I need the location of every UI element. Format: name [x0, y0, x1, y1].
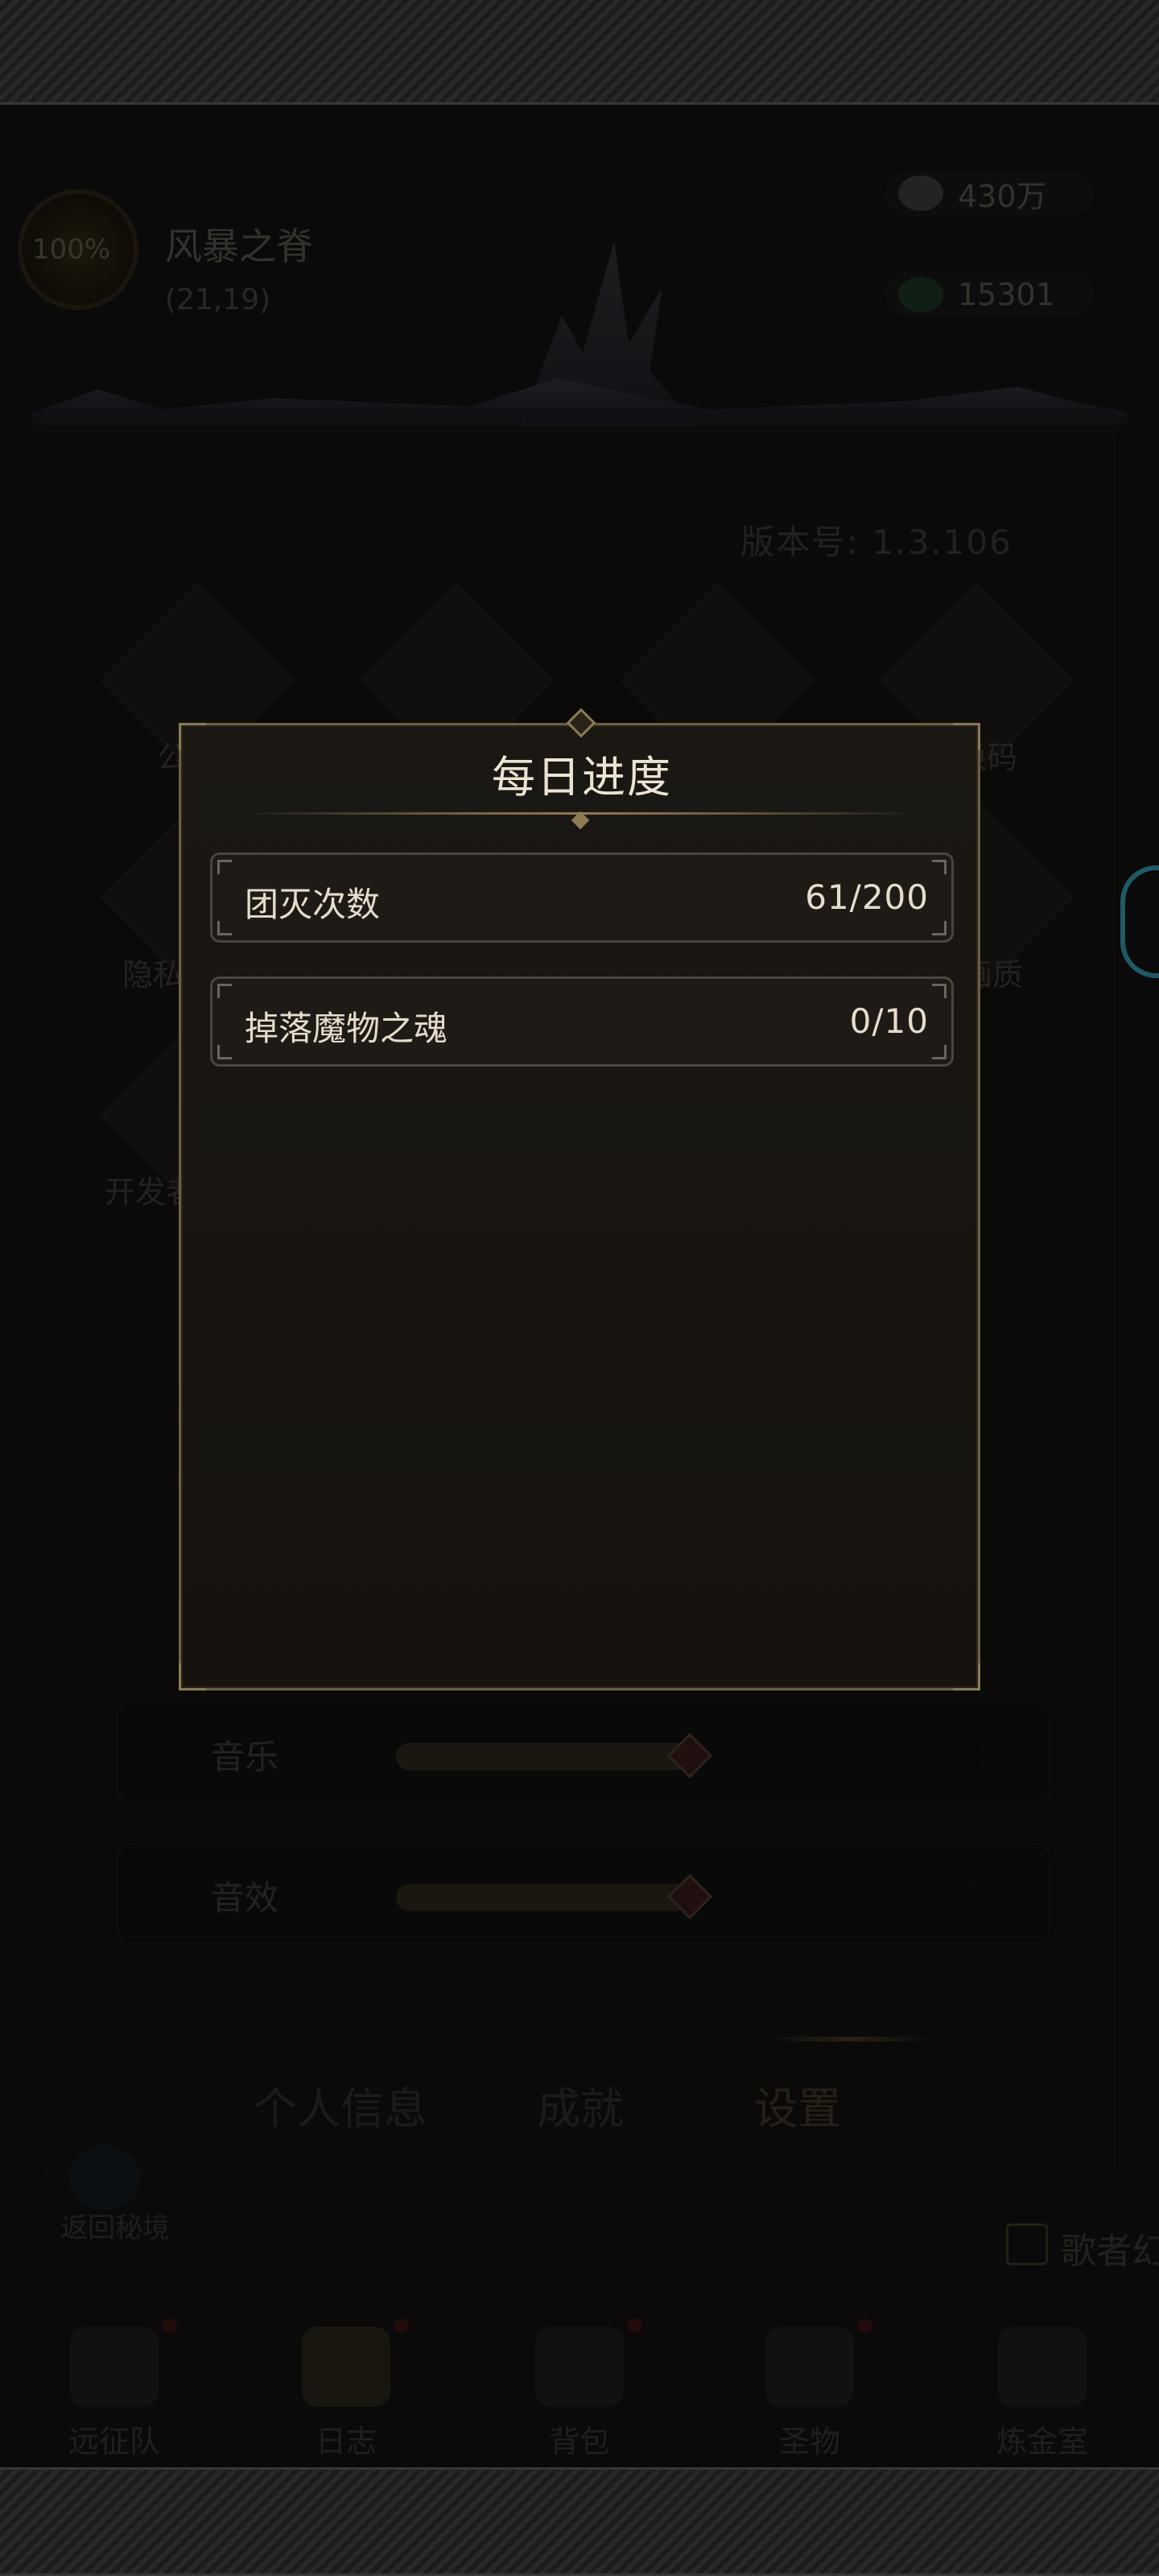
progress-label: 掉落魔物之魂 [245, 1009, 448, 1048]
bottom-frame-border [0, 2467, 1159, 2576]
row-corner [932, 860, 947, 874]
frame-corner [953, 1663, 980, 1690]
frame-corner [179, 1663, 206, 1690]
row-corner [217, 921, 232, 935]
daily-progress-dialog: 每日进度 团灭次数 61/200 掉落魔物之魂 0/10 [179, 708, 980, 1690]
progress-value: 61/200 [805, 877, 929, 917]
row-corner [217, 984, 232, 998]
row-corner [217, 860, 232, 874]
row-corner [932, 921, 947, 935]
dialog-title: 每日进度 [492, 752, 672, 803]
progress-label: 团灭次数 [245, 885, 381, 924]
top-frame-border [0, 0, 1159, 105]
progress-row-souls: 掉落魔物之魂 0/10 [210, 976, 954, 1067]
row-corner [932, 1045, 947, 1059]
row-corner [932, 984, 947, 998]
progress-row-wipes: 团灭次数 61/200 [210, 852, 954, 943]
progress-value: 0/10 [849, 1001, 929, 1041]
row-corner [217, 1045, 232, 1059]
